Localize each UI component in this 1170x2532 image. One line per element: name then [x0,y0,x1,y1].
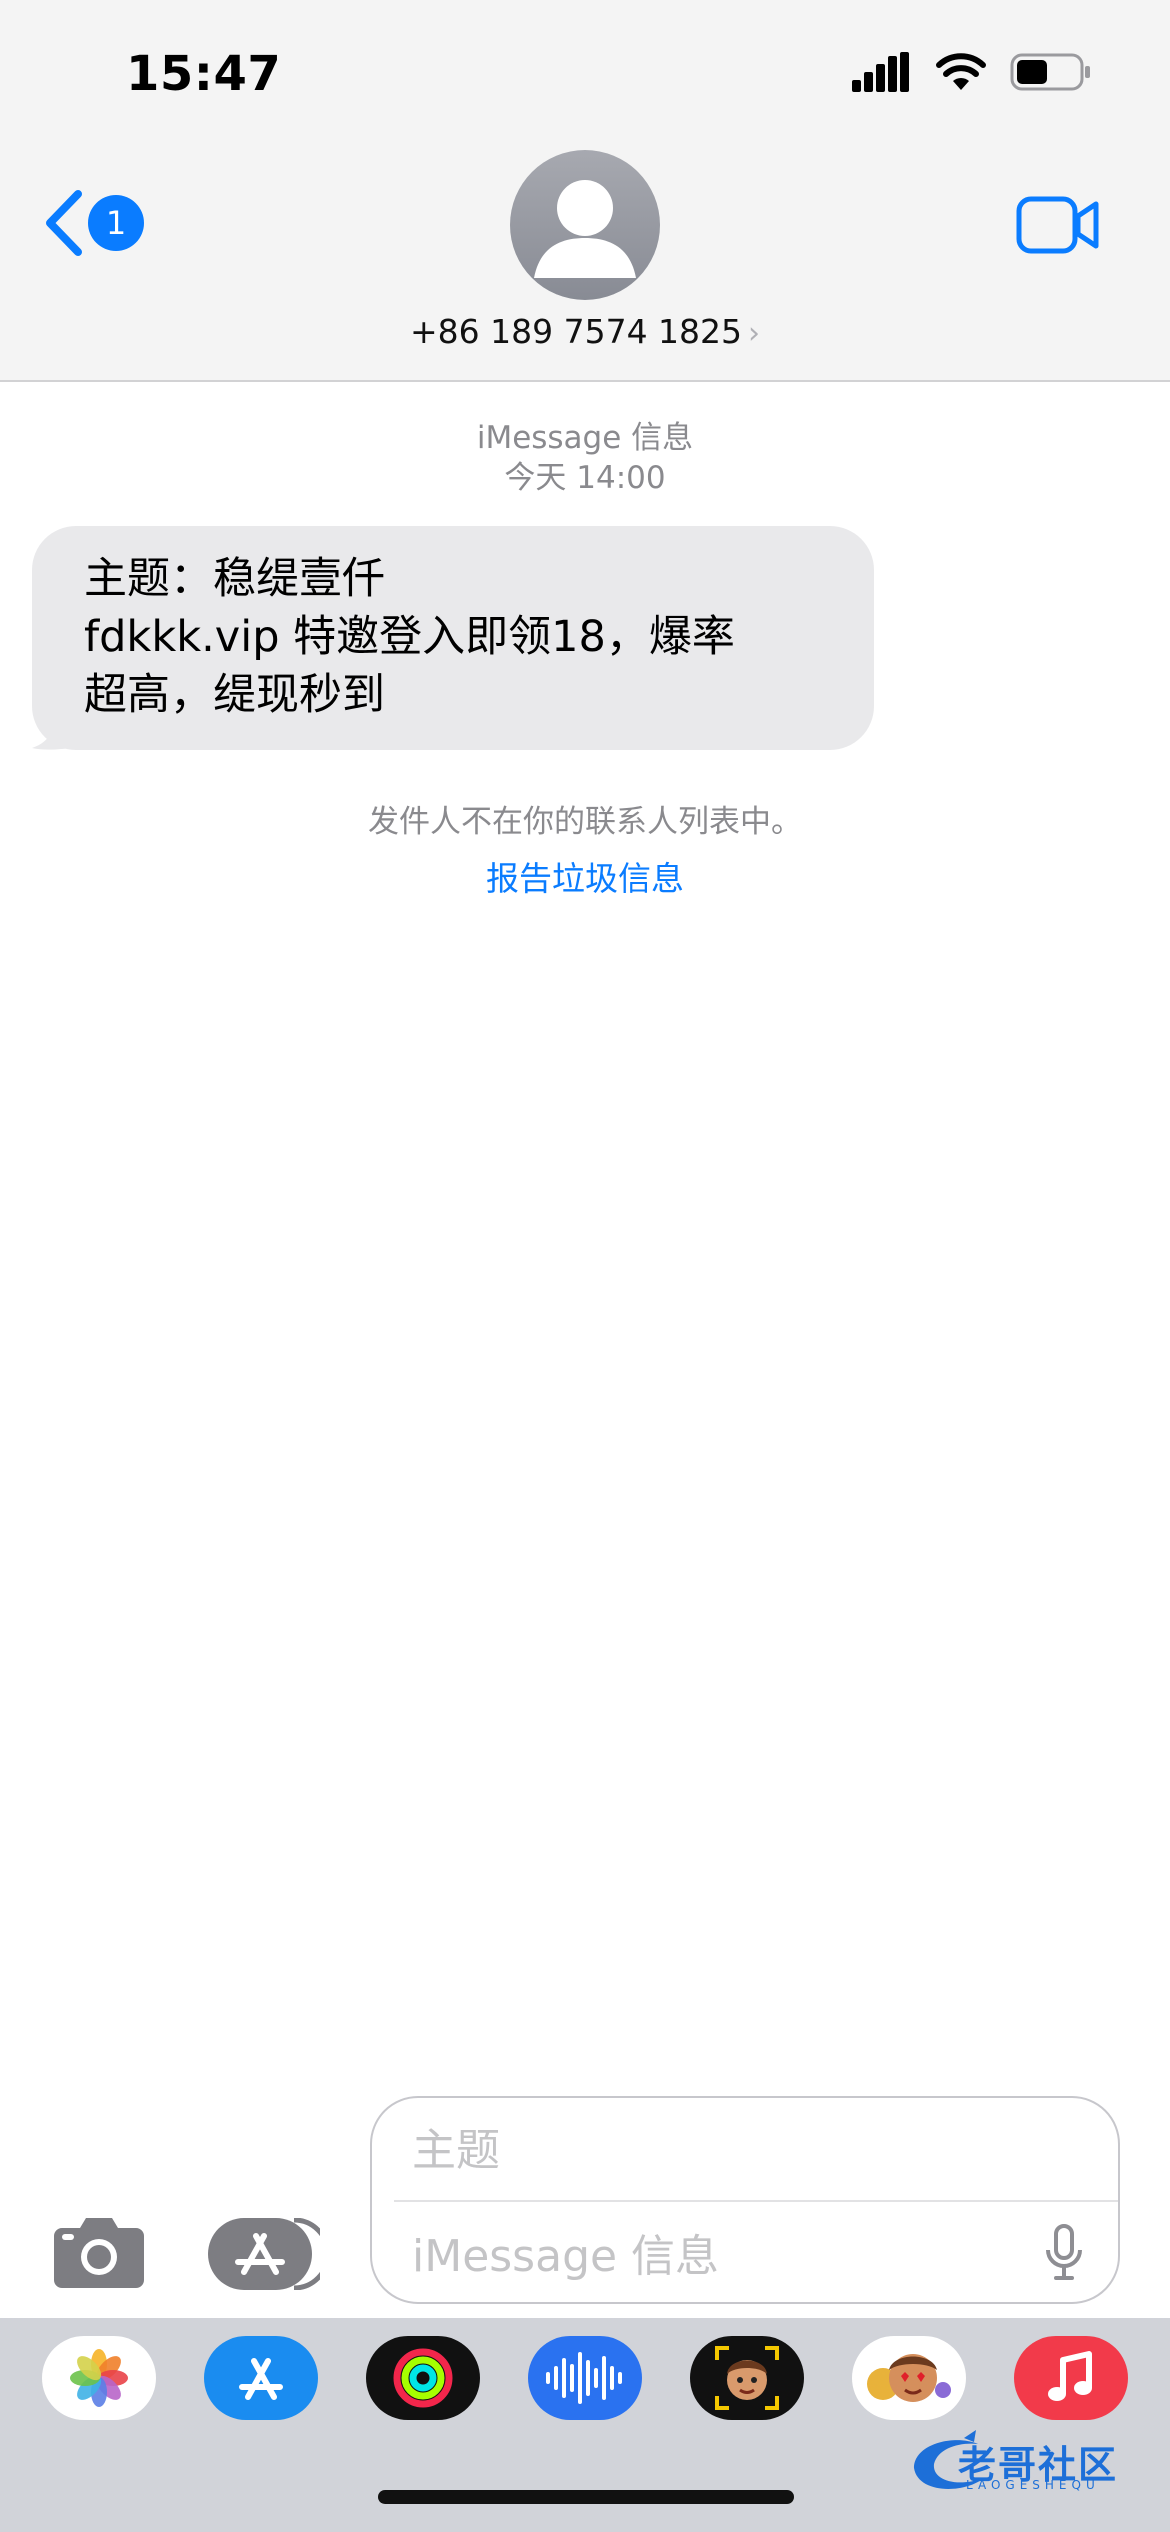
app-store-drawer-button[interactable] [208,2217,331,2294]
dictation-button[interactable] [1044,2224,1084,2286]
app-store-icon [208,2217,331,2291]
status-time: 15:47 [126,46,282,102]
cellular-signal-icon [852,52,909,92]
camera-icon [54,2218,144,2288]
contact-name-button[interactable]: +86 189 7574 1825 › [0,312,1170,351]
camera-button[interactable] [52,2214,146,2294]
home-indicator[interactable] [378,2490,794,2504]
message-line: 超高，缇现秒到 [84,670,385,720]
animoji-stickers-icon [867,2354,951,2402]
contact-number: +86 189 7574 1825 [409,312,743,351]
memoji-app-button[interactable] [690,2336,804,2420]
battery-icon [1010,53,1090,91]
music-icon [1048,2351,1092,2401]
memoji-icon [715,2346,779,2410]
compose-field[interactable] [370,2096,1120,2304]
status-icons [852,52,1092,92]
video-camera-icon [1016,196,1099,254]
conversation-header: 15:47 1 +86 189 7574 1825 › [0,0,1170,382]
unknown-sender-note: 发件人不在你的联系人列表中。 [368,804,802,840]
subject-input[interactable] [410,2124,1074,2177]
contact-avatar[interactable] [510,150,660,300]
message-bubble-body: 主题：稳缇壹仟 fdkkk.vip 特邀登入即领18，爆率 超高，缇现秒到 [32,526,874,750]
chevron-right-icon: › [748,316,761,351]
wifi-icon [936,53,986,90]
facetime-video-button[interactable] [1016,196,1100,258]
watermark-logo: 老哥社区 LAOGESHEQU [904,2428,1170,2498]
photos-app-icon [70,2349,128,2407]
app-store-icon [239,2358,283,2400]
message-timestamp: 今天 14:00 [504,460,666,496]
compose-divider [394,2200,1118,2202]
chevron-left-icon [46,190,82,256]
back-button[interactable]: 1 [44,190,144,256]
activity-icon [393,2348,453,2408]
message-input[interactable] [410,2230,1004,2283]
audio-message-app-button[interactable] [528,2336,642,2420]
audio-message-icon [546,2352,622,2404]
unread-count-badge: 1 [88,195,144,251]
message-line: 主题：稳缇壹仟 [84,554,385,604]
thread-meta: iMessage 信息 今天 14:00 [0,418,1170,498]
service-label: iMessage 信息 [476,420,694,456]
music-app-button[interactable] [1014,2336,1128,2420]
watermark-subtext: LAOGESHEQU [966,2478,1100,2492]
photos-app-button[interactable] [42,2336,156,2420]
report-junk-link[interactable]: 报告垃圾信息 [0,852,1170,900]
message-line: fdkkk.vip 特邀登入即领18，爆率 [84,612,735,662]
microphone-icon [1046,2224,1082,2280]
person-silhouette-icon [534,180,636,278]
animoji-stickers-app-button[interactable] [852,2336,966,2420]
app-store-app-button[interactable] [204,2336,318,2420]
message-bubble-received[interactable]: 主题：稳缇壹仟 fdkkk.vip 特邀登入即领18，爆率 超高，缇现秒到 [32,526,874,750]
activity-app-button[interactable] [366,2336,480,2420]
